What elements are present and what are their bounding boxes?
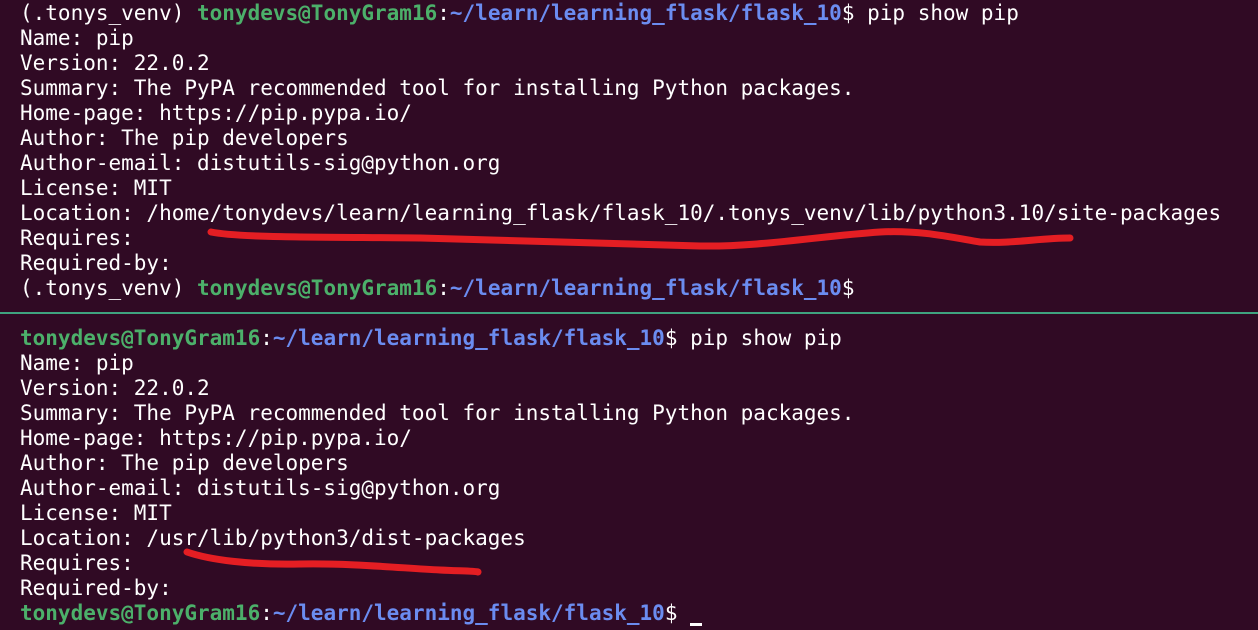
command-text: pip show pip <box>677 326 842 350</box>
output-summary: Summary: The PyPA recommended tool for i… <box>20 76 855 100</box>
output-name: Name: pip <box>20 26 134 50</box>
terminal-window[interactable]: (.tonys_venv) tonydevs@TonyGram16:~/lear… <box>0 0 1258 630</box>
command-line: tonydevs@TonyGram16:~/learn/learning_fla… <box>20 326 1258 351</box>
output-required-by: Required-by: <box>20 251 172 275</box>
output-version: Version: 22.0.2 <box>20 376 210 400</box>
prompt-user-host: tonydevs@TonyGram16 <box>197 276 438 300</box>
output-license: License: MIT <box>20 176 172 200</box>
prompt-line: (.tonys_venv) tonydevs@TonyGram16:~/lear… <box>20 276 1258 301</box>
text-cursor[interactable] <box>690 623 703 626</box>
output-required-by: Required-by: <box>20 576 172 600</box>
venv-indicator: (.tonys_venv) <box>20 1 198 25</box>
prompt-user-host: tonydevs@TonyGram16 <box>197 1 438 25</box>
output-summary: Summary: The PyPA recommended tool for i… <box>20 401 855 425</box>
prompt-dollar: $ <box>841 1 855 25</box>
pane-divider[interactable] <box>0 312 1258 314</box>
prompt-dollar: $ <box>664 326 678 350</box>
prompt-line[interactable]: tonydevs@TonyGram16:~/learn/learning_fla… <box>20 601 1258 626</box>
prompt-path: ~/learn/learning_flask/flask_10 <box>449 1 842 25</box>
prompt-dollar: $ <box>664 601 691 625</box>
output-location: Location: /usr/lib/python3/dist-packages <box>20 526 526 550</box>
prompt-dollar: $ <box>841 276 855 300</box>
prompt-path: ~/learn/learning_flask/flask_10 <box>272 326 665 350</box>
prompt-path: ~/learn/learning_flask/flask_10 <box>272 601 665 625</box>
output-version: Version: 22.0.2 <box>20 51 210 75</box>
command-line: (.tonys_venv) tonydevs@TonyGram16:~/lear… <box>20 1 1258 26</box>
prompt-colon: : <box>260 601 273 625</box>
output-name: Name: pip <box>20 351 134 375</box>
output-requires: Requires: <box>20 226 134 250</box>
output-author: Author: The pip developers <box>20 451 349 475</box>
output-author-email: Author-email: distutils-sig@python.org <box>20 476 501 500</box>
output-home-page: Home-page: https://pip.pypa.io/ <box>20 426 412 450</box>
output-location: Location: /home/tonydevs/learn/learning_… <box>20 201 1222 225</box>
output-license: License: MIT <box>20 501 172 525</box>
prompt-user-host: tonydevs@TonyGram16 <box>20 601 261 625</box>
output-home-page: Home-page: https://pip.pypa.io/ <box>20 101 412 125</box>
prompt-colon: : <box>260 326 273 350</box>
output-author-email: Author-email: distutils-sig@python.org <box>20 151 501 175</box>
venv-indicator: (.tonys_venv) <box>20 276 198 300</box>
terminal-pane-bottom[interactable]: tonydevs@TonyGram16:~/learn/learning_fla… <box>20 326 1258 626</box>
terminal-pane-top[interactable]: (.tonys_venv) tonydevs@TonyGram16:~/lear… <box>20 1 1258 301</box>
output-author: Author: The pip developers <box>20 126 349 150</box>
prompt-colon: : <box>437 276 450 300</box>
output-requires: Requires: <box>20 551 134 575</box>
prompt-path: ~/learn/learning_flask/flask_10 <box>449 276 842 300</box>
command-text: pip show pip <box>854 1 1019 25</box>
prompt-colon: : <box>437 1 450 25</box>
prompt-user-host: tonydevs@TonyGram16 <box>20 326 261 350</box>
